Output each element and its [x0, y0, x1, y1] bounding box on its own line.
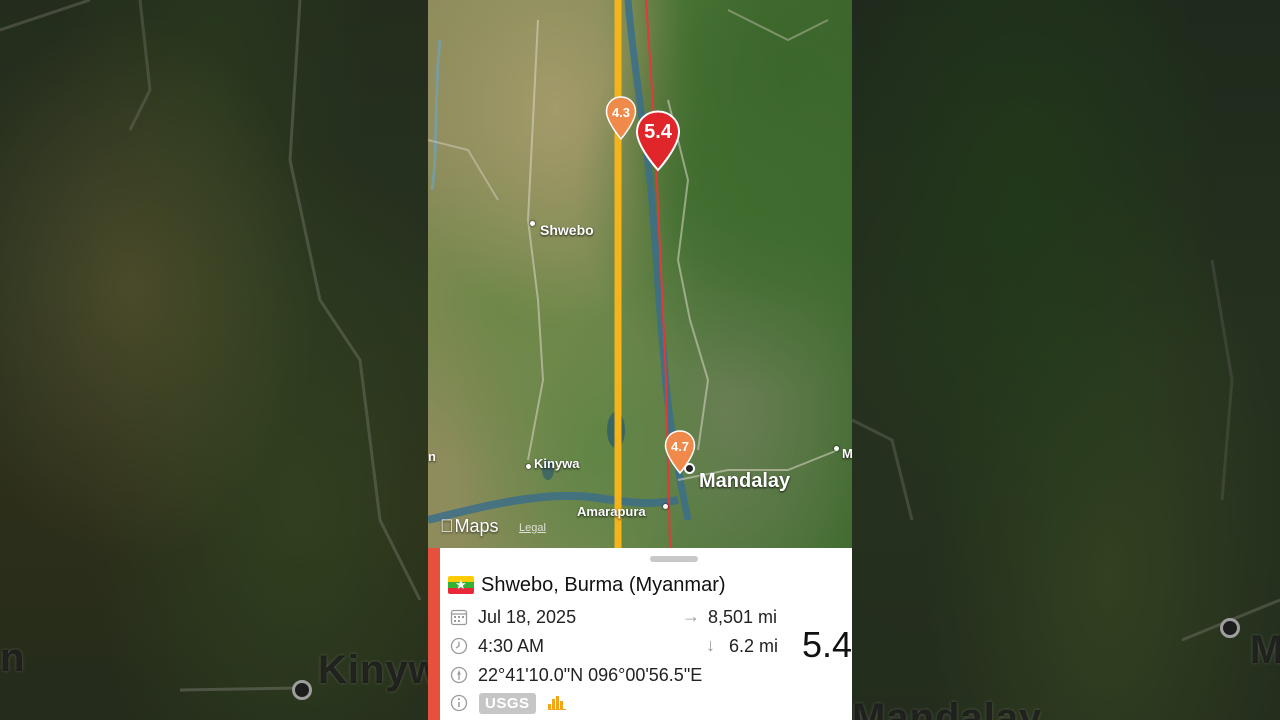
- event-date: Jul 18, 2025: [478, 607, 577, 627]
- earthquake-pin-4-7[interactable]: 4.7: [664, 430, 696, 474]
- amarapura-dot: [663, 504, 668, 509]
- depth-value: 6.2 mi: [729, 636, 779, 656]
- location-icon: [450, 666, 468, 684]
- clock-icon: [450, 637, 468, 655]
- pin-magnitude-label: 4.3: [611, 105, 631, 120]
- myanmar-flag-icon: ★: [448, 576, 474, 594]
- apple-maps-logo: Maps: [440, 516, 499, 537]
- arrow-down-icon: ↓: [706, 635, 715, 655]
- calendar-icon: [450, 609, 468, 626]
- background-place-dot-right: [1220, 618, 1240, 638]
- earthquake-detail-sheet[interactable]: ★ Shwebo, Burma (Myanmar) Jul 18, 2025 →…: [428, 548, 852, 720]
- earthquake-pin-4-3[interactable]: 4.3: [605, 96, 637, 140]
- event-time: 4:30 AM: [478, 636, 545, 656]
- background-label-m: M: [1250, 628, 1280, 672]
- background-right-roads: [852, 259, 1280, 642]
- background-label-kinywa: Kinyw: [318, 648, 428, 692]
- place-label-kinywa[interactable]: Kinywa: [534, 456, 580, 471]
- info-icon[interactable]: [450, 694, 468, 712]
- event-coordinates[interactable]: 22°41'10.0"N 096°00'56.5"E: [478, 665, 702, 686]
- bar-chart-icon[interactable]: [548, 696, 566, 710]
- arrow-right-icon: →: [682, 606, 700, 626]
- legal-link[interactable]: Legal: [519, 522, 546, 534]
- phone-screen: Shwebo Kinywa Mandalay Amarapura n M 4.3…: [428, 0, 852, 720]
- satellite-map[interactable]: Shwebo Kinywa Mandalay Amarapura n M 4.3…: [428, 0, 852, 548]
- magnitude-accent-bar: [428, 548, 440, 720]
- background-label-n: n: [0, 636, 26, 680]
- map-overlay: [428, 0, 839, 548]
- place-label-edge-right: M: [842, 446, 852, 461]
- earthquake-pin-5-4[interactable]: 5.4: [635, 110, 681, 172]
- background-label-mandalay: Mandalay: [852, 696, 1043, 720]
- sheet-grabber-handle[interactable]: [650, 556, 698, 562]
- apple-logo-icon: : [440, 516, 454, 536]
- place-label-edge-left: n: [428, 449, 436, 464]
- pin-magnitude-label: 4.7: [670, 439, 690, 454]
- background-place-dot: [292, 680, 312, 700]
- source-badge-usgs[interactable]: USGS: [479, 693, 536, 714]
- maps-brand-text: Maps: [441, 516, 499, 536]
- background-right-blur: M Mandalay: [852, 0, 1280, 720]
- kinywa-dot: [526, 464, 531, 469]
- place-label-mandalay[interactable]: Mandalay: [699, 470, 790, 493]
- background-left-blur: n Kinyw: [0, 0, 428, 720]
- place-label-shwebo[interactable]: Shwebo: [540, 222, 594, 238]
- magnitude-value: 5.4: [802, 624, 852, 665]
- shwebo-dot: [530, 221, 535, 226]
- pin-magnitude-label: 5.4: [644, 121, 672, 143]
- edge-right-dot: [834, 446, 839, 451]
- location-title: Shwebo, Burma (Myanmar): [481, 574, 726, 596]
- distance-value: 8,501 mi: [708, 607, 778, 627]
- background-left-roads: [0, 0, 422, 692]
- place-label-amarapura[interactable]: Amarapura: [577, 504, 646, 519]
